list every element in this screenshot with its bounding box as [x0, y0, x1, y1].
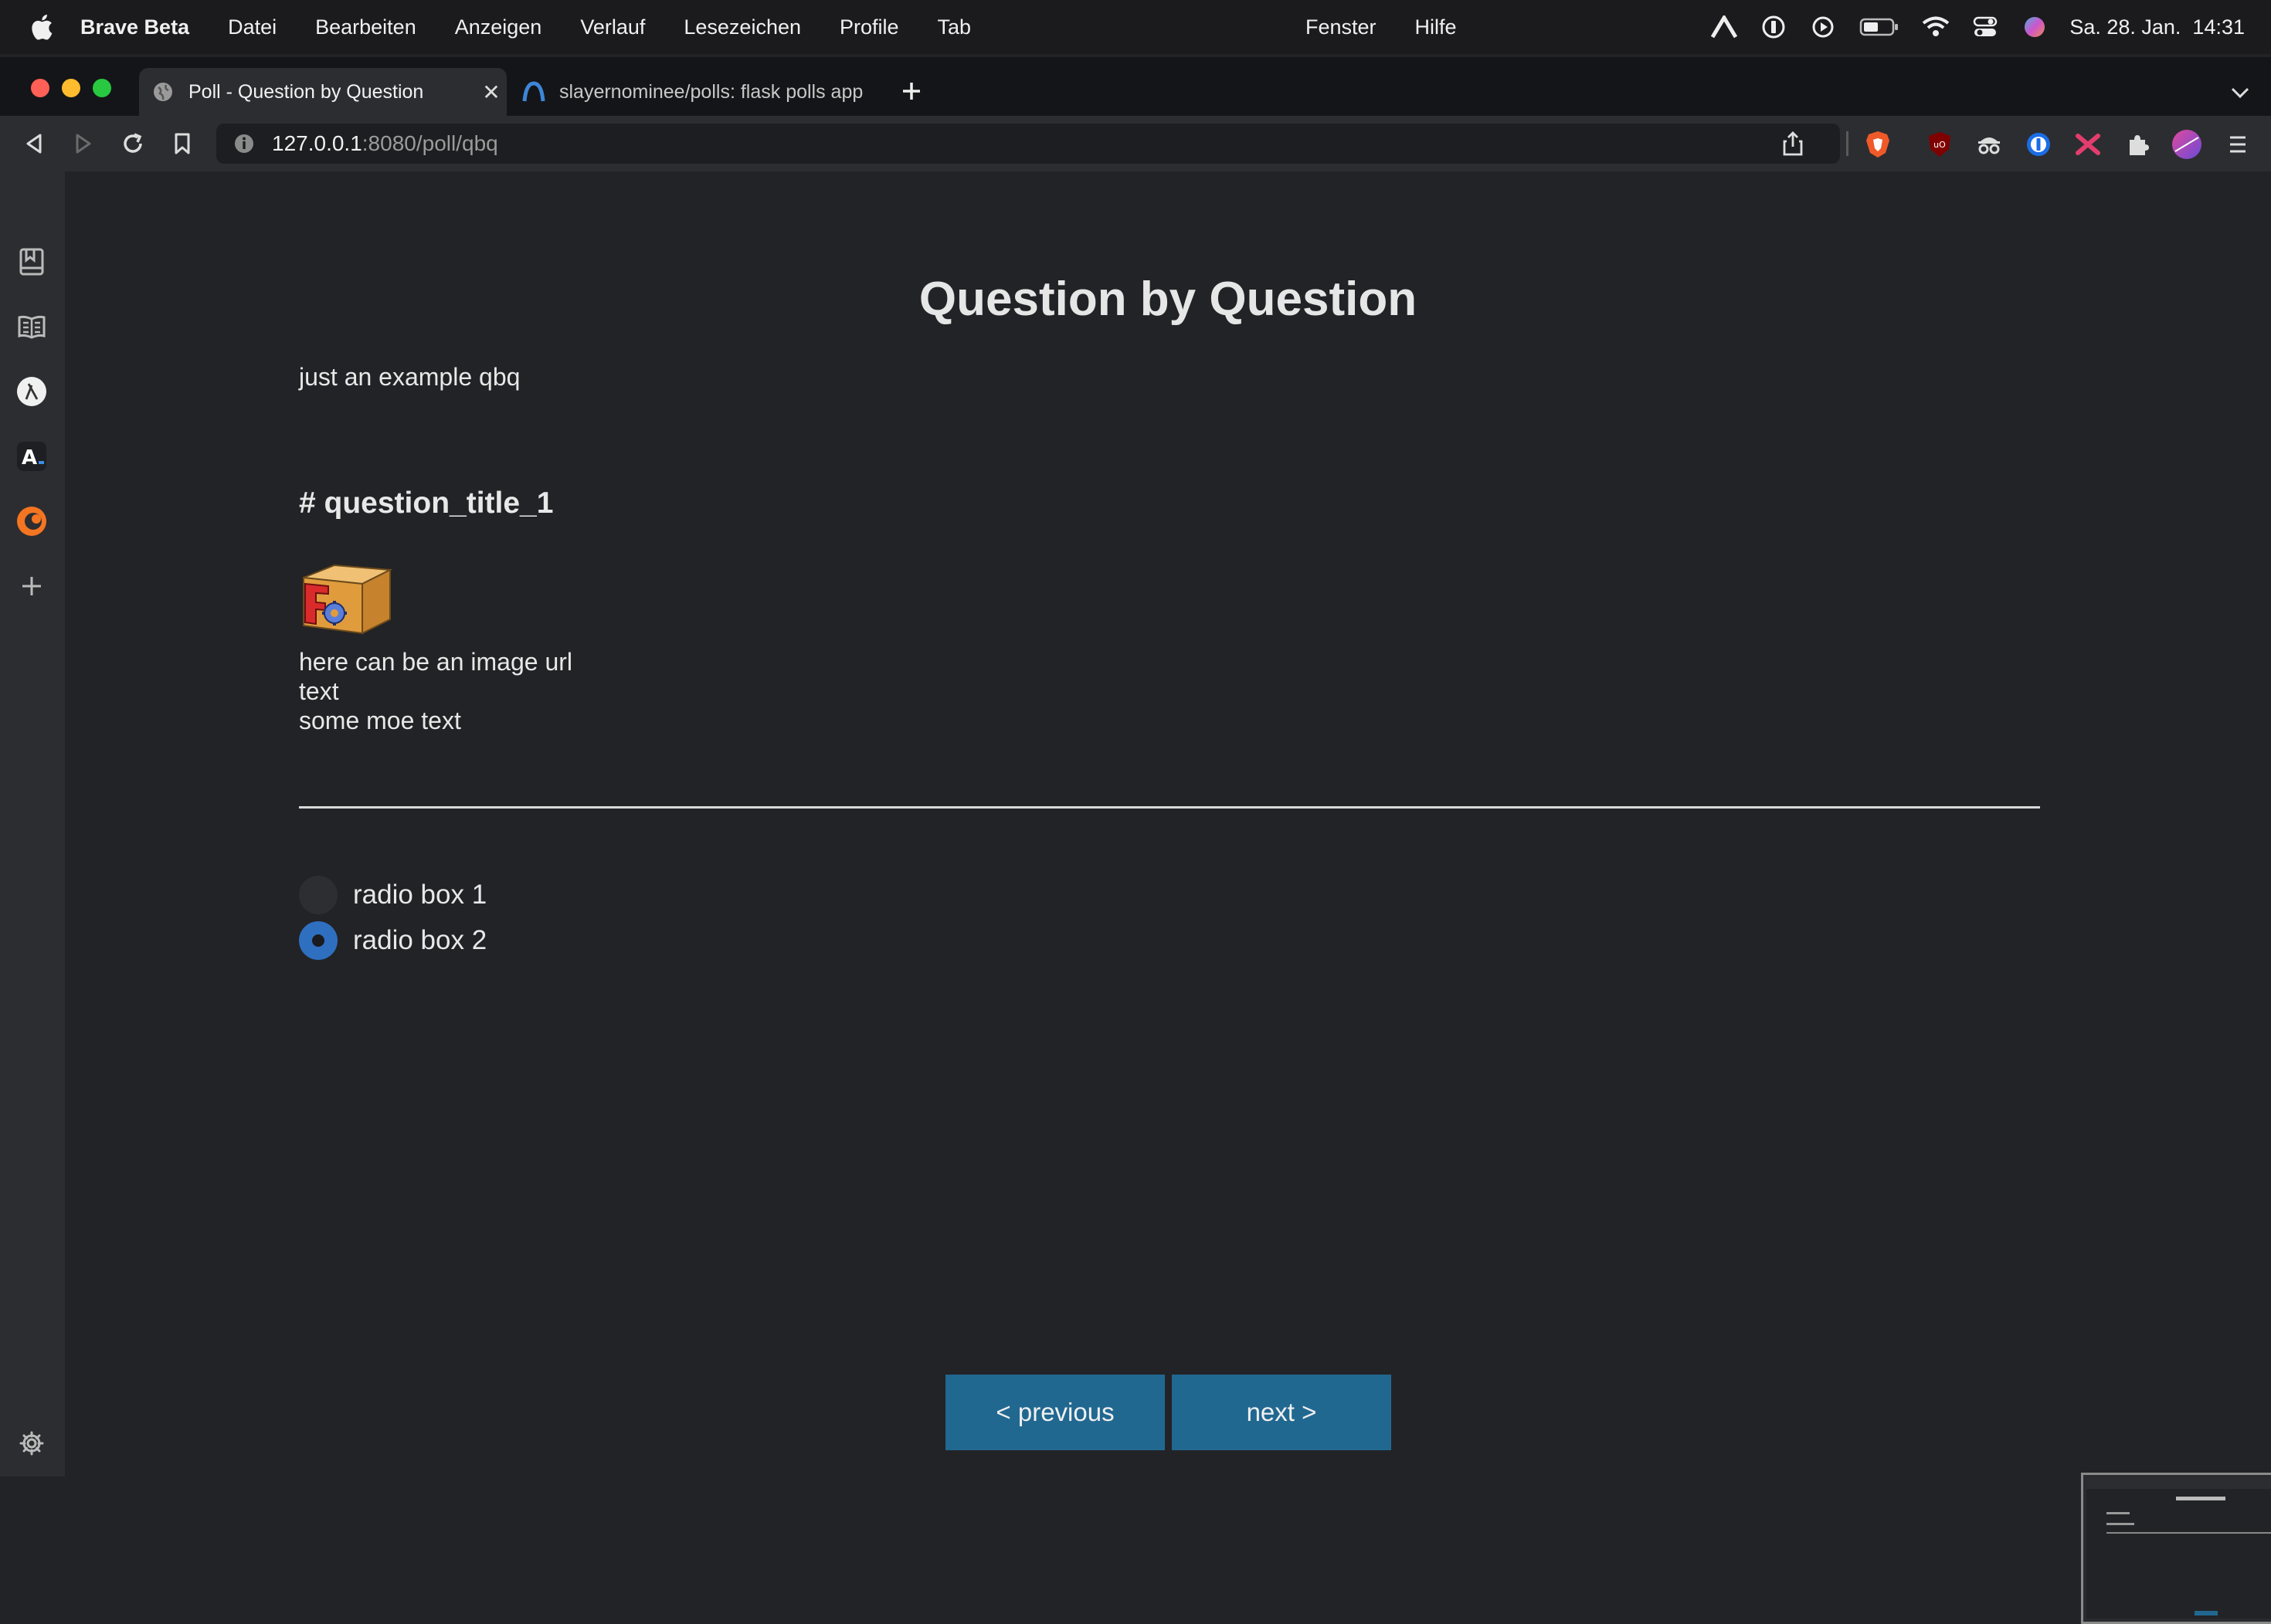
zoom-window-button[interactable]	[93, 79, 111, 97]
address-bar[interactable]: 127.0.0.1:8080/poll/qbq	[216, 124, 1840, 164]
siri-icon[interactable]	[2020, 14, 2049, 40]
back-icon[interactable]	[19, 128, 49, 159]
menu-tab[interactable]: Tab	[938, 15, 972, 39]
tab-title: Poll - Question by Question	[188, 80, 424, 103]
new-tab-icon[interactable]	[896, 76, 927, 107]
ublock-origin-icon[interactable]: uO	[1923, 128, 1956, 161]
menu-anzeigen[interactable]: Anzeigen	[455, 15, 542, 39]
svg-text:A: A	[22, 446, 37, 470]
close-tab-icon[interactable]: ✕	[476, 80, 507, 105]
share-icon[interactable]	[1780, 131, 1806, 157]
arc-icon[interactable]	[1709, 14, 1739, 40]
status-area: Sa. 28. Jan. 14:31	[1709, 0, 2245, 54]
bookmarks-sidebar-icon[interactable]	[14, 244, 49, 280]
apple-icon[interactable]	[28, 12, 54, 42]
close-window-button[interactable]	[31, 79, 49, 97]
preview-content	[2086, 1478, 2271, 1619]
page-title: Question by Question	[918, 273, 1417, 326]
svg-text:uO: uO	[1933, 140, 1946, 150]
question-text-line: text	[299, 677, 339, 705]
control-center-icon[interactable]	[1971, 14, 2000, 40]
macos-menu-bar: Brave Beta Datei Bearbeiten Anzeigen Ver…	[0, 0, 2271, 54]
brave-shields-icon[interactable]	[1862, 128, 1894, 161]
question-text: here can be an image url text some moe t…	[299, 647, 572, 735]
browser-sidebar: A	[0, 171, 65, 1477]
menu-app-name[interactable]: Brave Beta	[80, 15, 189, 39]
password-manager-icon[interactable]	[1759, 14, 1788, 40]
profile-avatar[interactable]	[2171, 128, 2203, 161]
onepassword-icon[interactable]	[2022, 128, 2055, 161]
menu-lesezeichen[interactable]: Lesezeichen	[684, 15, 801, 39]
menu-hilfe[interactable]: Hilfe	[1415, 15, 1457, 39]
radio-button-checked[interactable]	[299, 921, 338, 960]
preview-toolbar	[2086, 1478, 2271, 1489]
package-box-image	[303, 564, 393, 635]
menu-verlauf[interactable]: Verlauf	[580, 15, 645, 39]
menu-right-group: Fenster Hilfe	[1305, 0, 1495, 54]
add-sidebar-icon[interactable]	[14, 568, 49, 604]
previous-button[interactable]: < previous	[945, 1375, 1165, 1450]
menu-profile[interactable]: Profile	[840, 15, 899, 39]
forward-icon[interactable]	[68, 128, 99, 159]
preview-title	[2176, 1497, 2225, 1500]
crunchyroll-icon[interactable]	[14, 503, 49, 539]
sidebar-settings-icon[interactable]	[14, 1426, 49, 1461]
chevron-down-icon[interactable]	[2225, 77, 2256, 108]
menu-bearbeiten[interactable]: Bearbeiten	[315, 15, 416, 39]
menubar-clock[interactable]: Sa. 28. Jan. 14:31	[2069, 15, 2245, 39]
arc-favicon-icon	[522, 81, 545, 102]
poll-description: just an example qbq	[299, 363, 521, 391]
preview-divider	[2106, 1532, 2271, 1534]
minimize-window-button[interactable]	[62, 79, 80, 97]
question-title: # question_title_1	[299, 487, 554, 520]
browser-toolbar: 127.0.0.1:8080/poll/qbq uO	[0, 116, 2271, 171]
radio-option-2[interactable]: radio box 2	[299, 921, 487, 960]
toolbar-separator	[1846, 131, 1848, 156]
question-text-line: some moe text	[299, 707, 461, 734]
extensions-puzzle-icon[interactable]	[2121, 128, 2154, 161]
bookmark-icon[interactable]	[167, 128, 198, 159]
browser-window: Poll - Question by Question ✕ slayernomi…	[0, 57, 2271, 1624]
next-button[interactable]: next >	[1172, 1375, 1391, 1450]
radio-label: radio box 2	[353, 925, 487, 955]
radio-button-unchecked[interactable]	[299, 876, 338, 914]
x-extension-icon[interactable]	[2072, 128, 2104, 161]
question-text-line: here can be an image url	[299, 648, 572, 676]
divider	[299, 806, 2040, 809]
preview-line	[2106, 1523, 2134, 1525]
wifi-icon[interactable]	[1921, 14, 1950, 40]
radio-label: radio box 1	[353, 880, 487, 910]
tab-github[interactable]: slayernominee/polls: flask polls app	[510, 68, 879, 116]
menu-hamburger-icon[interactable]	[2222, 128, 2254, 161]
radio-option-1[interactable]: radio box 1	[299, 876, 487, 914]
menu-datei[interactable]: Datei	[228, 15, 277, 39]
preview-line	[2106, 1512, 2130, 1514]
tab-strip: Poll - Question by Question ✕ slayernomi…	[0, 57, 2271, 116]
menu-fenster[interactable]: Fenster	[1305, 15, 1377, 39]
reload-icon[interactable]	[117, 128, 148, 159]
tab-poll[interactable]: Poll - Question by Question ✕	[139, 68, 507, 116]
url-host: 127.0.0.1	[272, 131, 362, 155]
play-icon[interactable]	[1808, 14, 1838, 40]
tab-title: slayernominee/polls: flask polls app	[559, 80, 864, 103]
reading-list-icon[interactable]	[14, 309, 49, 344]
globe-icon	[154, 83, 172, 101]
incognito-extension-icon[interactable]	[1973, 128, 2005, 161]
battery-icon[interactable]	[1858, 14, 1901, 40]
site-info-icon[interactable]	[233, 133, 255, 154]
url-path: :8080/poll/qbq	[362, 131, 498, 155]
web-content: Question by Question just an example qbq…	[65, 171, 2271, 1624]
lambda-app-icon[interactable]	[14, 374, 49, 409]
preview-button	[2195, 1611, 2218, 1616]
page-preview-thumbnail[interactable]	[2081, 1473, 2271, 1624]
a-app-icon[interactable]: A	[14, 439, 49, 474]
